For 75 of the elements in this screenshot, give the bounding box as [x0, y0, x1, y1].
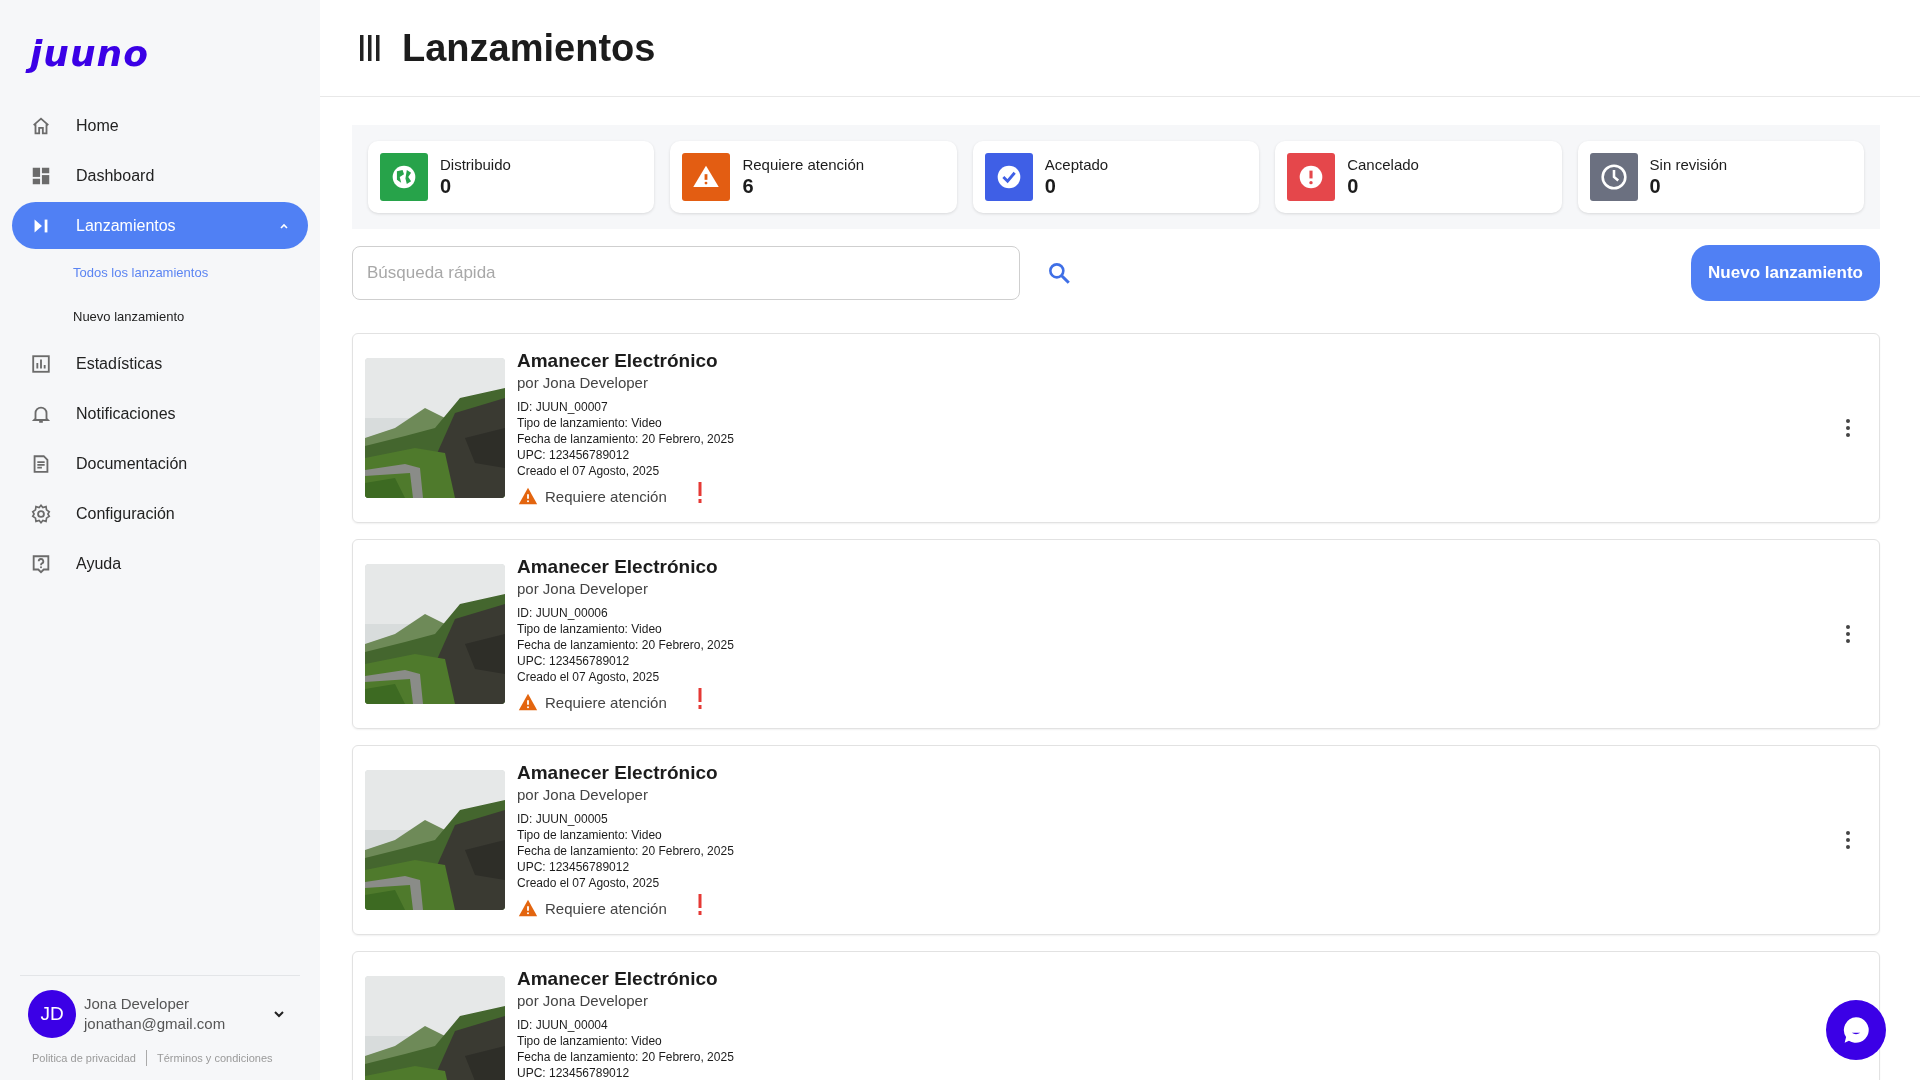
sidebar-item[interactable]: Lanzamientos [12, 202, 308, 249]
stat-count: 6 [742, 175, 755, 198]
release-artist: por Jona Developer [517, 992, 649, 1009]
release-detail: UPC: 123456789012 [517, 447, 631, 463]
release-card[interactable]: Amanecer Electrónico por Jona Developer ID: JUUN_00006 Tipo de lanzamiento: Video Fecha de lanzamiento: 20 Febrero, 2025 UPC: 123456789012 Creado el 07 Agosto, 2025 Requiere atención [352, 539, 1880, 729]
avatar[interactable]: JD [28, 990, 76, 1038]
stat-count: 0 [1649, 175, 1662, 198]
globe-icon [380, 153, 428, 201]
release-artist: por Jona Developer [517, 580, 649, 597]
sidebar-item[interactable]: Notificaciones [12, 390, 308, 437]
release-detail: Creado el 07 Agosto, 2025 [517, 875, 661, 891]
clock-icon [1589, 153, 1638, 201]
release-detail: ID: JUUN_00004 [517, 1017, 609, 1033]
status-label: Requiere atención [545, 487, 667, 505]
release-detail: UPC: 123456789012 [517, 653, 631, 669]
logo: juuno [26, 30, 159, 78]
release-detail: Fecha de lanzamiento: 20 Febrero, 2025 [517, 843, 734, 859]
user-name: Jona Developer [84, 994, 191, 1014]
more-icon[interactable] [1845, 624, 1851, 644]
release-title: Amanecer Electrónico [517, 968, 719, 990]
alert-icon [1287, 153, 1336, 201]
release-detail: UPC: 123456789012 [517, 1065, 631, 1080]
help-icon [30, 552, 52, 575]
release-detail: Fecha de lanzamiento: 20 Febrero, 2025 [517, 431, 734, 447]
bar-chart-icon [30, 352, 52, 375]
release-title: Amanecer Electrónico [517, 556, 719, 578]
new-release-button[interactable]: Nuevo lanzamiento [1691, 245, 1880, 301]
stat-label: Requiere atención [742, 156, 865, 173]
status-label: Requiere atención [545, 693, 667, 711]
exclamation-icon [696, 894, 703, 916]
release-detail: ID: JUUN_00006 [517, 605, 609, 621]
release-card[interactable]: Amanecer Electrónico por Jona Developer ID: JUUN_00007 Tipo de lanzamiento: Video Fecha de lanzamiento: 20 Febrero, 2025 UPC: 123456789012 Creado el 07 Agosto, 2025 Requiere atención [352, 333, 1880, 523]
release-detail: Tipo de lanzamiento: Video [517, 621, 663, 637]
user-email: jonathan@gmail.com [84, 1014, 226, 1034]
stat-label: Sin revisión [1649, 156, 1728, 173]
release-detail: UPC: 123456789012 [517, 859, 631, 875]
sidebar-item[interactable]: Estadísticas [12, 340, 308, 387]
sidebar-item[interactable]: Ayuda [12, 540, 308, 587]
sidebar-item[interactable]: Configuración [12, 490, 308, 537]
more-icon[interactable] [1845, 830, 1851, 850]
stat-label: Distribuido [440, 156, 511, 173]
page-title: Lanzamientos [402, 26, 656, 70]
sidebar-item[interactable]: Dashboard [12, 152, 308, 199]
release-card[interactable]: Amanecer Electrónico por Jona Developer ID: JUUN_00005 Tipo de lanzamiento: Video Fecha de lanzamiento: 20 Febrero, 2025 UPC: 123456789012 Creado el 07 Agosto, 2025 Requiere atención [352, 745, 1880, 935]
stat-label: Aceptado [1044, 156, 1109, 173]
chat-button[interactable] [1826, 1000, 1886, 1060]
stat-label: Cancelado [1347, 156, 1419, 173]
exclamation-icon [696, 688, 703, 710]
release-artist: por Jona Developer [517, 374, 649, 391]
release-artist: por Jona Developer [517, 786, 649, 803]
release-title: Amanecer Electrónico [517, 762, 719, 784]
release-detail: Creado el 07 Agosto, 2025 [517, 463, 661, 479]
sidebar-item[interactable]: Home [12, 102, 308, 149]
gear-icon [30, 502, 52, 525]
search-field[interactable]: Búsqueda rápida [352, 246, 1020, 300]
status-label: Requiere atención [545, 899, 667, 917]
release-title: Amanecer Electrónico [517, 350, 719, 372]
submenu-item[interactable]: Nuevo lanzamiento [12, 296, 185, 337]
release-detail: ID: JUUN_00005 [517, 811, 609, 827]
stat-count: 0 [1347, 175, 1360, 198]
exclamation-icon [696, 482, 703, 504]
release-detail: Tipo de lanzamiento: Video [517, 415, 663, 431]
search-icon[interactable] [1046, 260, 1072, 286]
more-icon[interactable] [1845, 418, 1851, 438]
release-detail: Fecha de lanzamiento: 20 Febrero, 2025 [517, 637, 734, 653]
menu-icon[interactable] [358, 32, 382, 64]
sidebar-item[interactable]: Documentación [12, 440, 308, 487]
warning-icon [682, 153, 731, 201]
release-detail: Creado el 07 Agosto, 2025 [517, 669, 661, 685]
release-detail: Tipo de lanzamiento: Video [517, 1033, 663, 1049]
release-detail: ID: JUUN_00007 [517, 399, 609, 415]
stat-count: 0 [1044, 175, 1057, 198]
release-detail: Tipo de lanzamiento: Video [517, 827, 663, 843]
release-detail: Fecha de lanzamiento: 20 Febrero, 2025 [517, 1049, 734, 1065]
stat-count: 0 [440, 175, 453, 198]
